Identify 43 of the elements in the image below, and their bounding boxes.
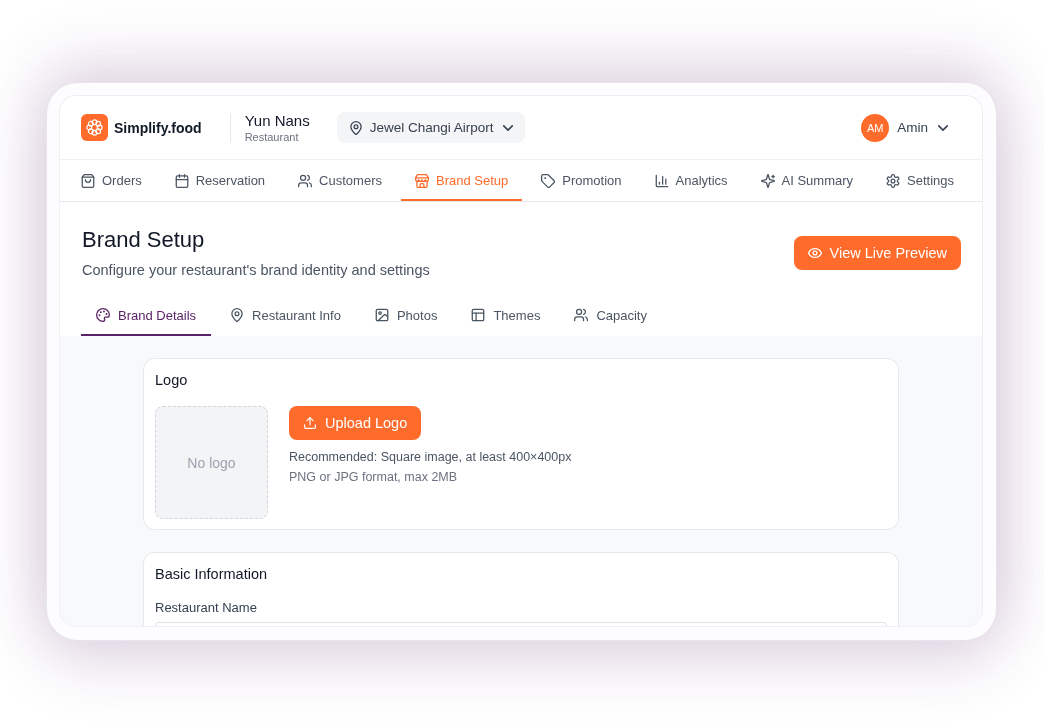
- nav-tab[interactable]: Settings: [872, 160, 969, 201]
- card-title: Logo: [155, 371, 189, 390]
- user-avatar: AM: [861, 113, 890, 142]
- calendar-icon: [174, 173, 189, 188]
- restaurant-type: Restaurant: [244, 129, 300, 144]
- brand-name: Simplify.food: [114, 119, 202, 136]
- flower-logo-icon: [81, 114, 108, 141]
- chevron-down-icon: [938, 124, 948, 131]
- map-pin-icon: [230, 308, 245, 322]
- section-tab[interactable]: Photos: [359, 294, 453, 336]
- nav-tab[interactable]: Analytics: [640, 160, 742, 201]
- palette-icon: [96, 308, 110, 322]
- card-title: Basic Information: [155, 565, 269, 584]
- user-menu-button[interactable]: AM Amin: [861, 113, 948, 142]
- tag-icon: [541, 173, 556, 188]
- image-icon: [374, 308, 389, 322]
- bag-icon: [81, 173, 95, 188]
- people-icon: [298, 173, 313, 188]
- upload-icon: [303, 417, 317, 429]
- hint-text: Recommended: Square image, at least 400×400px: [289, 449, 572, 466]
- people-icon: [574, 308, 589, 322]
- nav-tab[interactable]: Reservation: [160, 160, 280, 201]
- restaurant-name: Yun Nans: [244, 111, 310, 130]
- field-label: Restaurant Name: [155, 599, 258, 617]
- map-pin-icon: [348, 120, 363, 135]
- store-icon: [414, 173, 429, 188]
- hint-text: PNG or JPG format, max 2MB: [289, 469, 459, 486]
- nav-tab[interactable]: Customers: [284, 160, 396, 201]
- bar-chart-icon: [654, 173, 669, 188]
- settings-icon: [886, 173, 901, 188]
- page-title: Brand Setup: [82, 226, 206, 254]
- section-tab[interactable]: Themes: [456, 294, 556, 336]
- section-tab[interactable]: Capacity: [559, 294, 662, 336]
- location-dropdown[interactable]: Jewel Changi Airport: [336, 112, 525, 143]
- layout-icon: [471, 308, 486, 322]
- page-subtitle: Configure your restaurant's brand identity and settings: [82, 261, 430, 280]
- section-tab[interactable]: Restaurant Info: [215, 294, 356, 336]
- nav-tab[interactable]: Promotion: [527, 160, 636, 201]
- eye-icon: [807, 247, 822, 259]
- nav-tab[interactable]: Orders: [67, 160, 156, 201]
- nav-tab[interactable]: AI Summary: [746, 160, 868, 201]
- chevron-down-icon: [502, 124, 513, 131]
- sparkles-icon: [760, 173, 775, 188]
